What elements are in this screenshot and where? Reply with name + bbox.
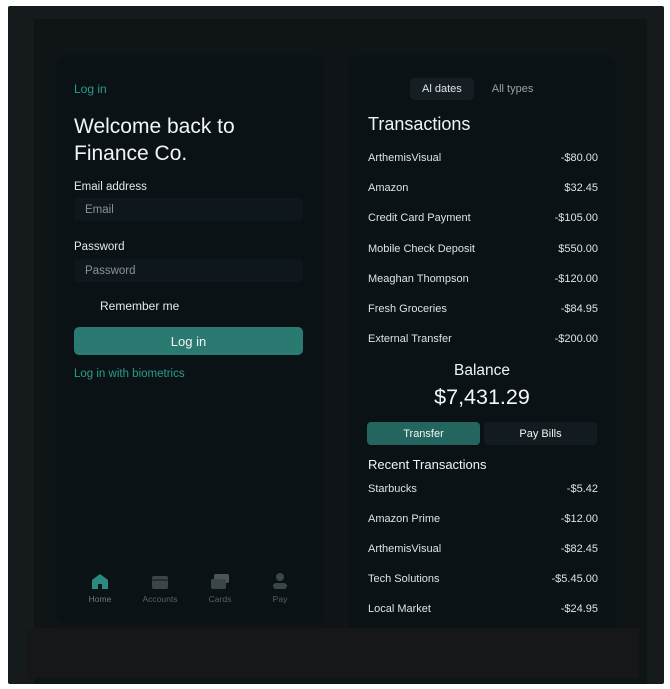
- transaction-row[interactable]: Amazon $32.45: [368, 173, 598, 203]
- transaction-name: Tech Solutions: [368, 573, 440, 585]
- recent-transaction-row[interactable]: Tech Solutions -$5.45.00: [368, 564, 598, 594]
- pay-icon: [273, 573, 287, 589]
- pay-bills-button[interactable]: Pay Bills: [484, 422, 597, 445]
- transaction-amount: -$5.45.00: [551, 573, 598, 585]
- tab-cards-label: Cards: [208, 594, 232, 604]
- transaction-amount: -$5.42: [566, 483, 598, 495]
- login-link[interactable]: Log in: [74, 82, 107, 96]
- transaction-name: Amazon Prime: [368, 513, 441, 525]
- transaction-amount: -$200.00: [554, 333, 598, 346]
- transaction-amount: -$120.00: [554, 272, 598, 285]
- transaction-name: ArthemisVisual: [368, 152, 442, 165]
- transaction-amount: -$24.95: [560, 603, 598, 615]
- transaction-name: External Transfer: [368, 333, 452, 346]
- transaction-name: ArthemisVisual: [368, 543, 442, 555]
- bottom-tab-bar: Home Accounts Cards Pay: [70, 573, 310, 615]
- transaction-row[interactable]: Fresh Groceries -$84.95: [368, 294, 598, 324]
- transaction-amount: -$80.00: [560, 152, 598, 165]
- tab-accounts[interactable]: Accounts: [130, 573, 190, 615]
- recent-transaction-row[interactable]: Local Market -$24.95: [368, 594, 598, 624]
- tab-accounts-label: Accounts: [142, 594, 178, 604]
- recent-transaction-row[interactable]: Starbucks -$5.42: [368, 474, 598, 504]
- remember-me-checkbox[interactable]: [74, 299, 88, 313]
- transaction-name: Local Market: [368, 603, 431, 615]
- transaction-row[interactable]: Meaghan Thompson -$120.00: [368, 264, 598, 294]
- transactions-panel: Al dates All types Transactions Arthemis…: [348, 55, 616, 628]
- remember-me-row[interactable]: Remember me: [74, 299, 179, 313]
- balance-actions: Transfer Pay Bills: [367, 422, 597, 445]
- transaction-name: Mobile Check Deposit: [368, 242, 475, 255]
- recent-transactions-list: Starbucks -$5.42 Amazon Prime -$12.00 Arth…: [368, 474, 598, 624]
- tab-cards[interactable]: Cards: [190, 573, 250, 615]
- transactions-title: Transactions: [368, 114, 471, 134]
- transaction-amount: -$82.45: [560, 543, 598, 555]
- email-label: Email address: [74, 181, 147, 193]
- filter-all-types[interactable]: All types: [480, 78, 546, 100]
- transaction-amount: $32.45: [564, 182, 598, 195]
- email-field[interactable]: [74, 198, 303, 221]
- tab-home[interactable]: Home: [70, 573, 130, 615]
- transaction-row[interactable]: ArthemisVisual -$80.00: [368, 143, 598, 173]
- transaction-row[interactable]: Mobile Check Deposit $550.00: [368, 234, 598, 264]
- tab-pay-label: Pay: [272, 594, 288, 604]
- accounts-icon: [152, 573, 168, 589]
- tab-home-label: Home: [88, 594, 112, 604]
- filter-row: Al dates All types: [410, 78, 545, 100]
- password-label: Password: [74, 241, 125, 253]
- transaction-name: Meaghan Thompson: [368, 272, 469, 285]
- transfer-button[interactable]: Transfer: [367, 422, 480, 445]
- login-panel: Log in Welcome back to Finance Co. Email…: [56, 55, 324, 625]
- tab-pay[interactable]: Pay: [250, 573, 310, 615]
- home-icon: [92, 573, 108, 589]
- login-button[interactable]: Log in: [74, 327, 303, 355]
- filter-all-dates[interactable]: Al dates: [410, 78, 474, 100]
- transaction-row[interactable]: External Transfer -$200.00: [368, 324, 598, 354]
- remember-me-label: Remember me: [100, 299, 180, 313]
- transaction-amount: -$84.95: [560, 303, 598, 316]
- recent-transaction-row[interactable]: Amazon Prime -$12.00: [368, 504, 598, 534]
- transactions-list: ArthemisVisual -$80.00 Amazon $32.45 Credi…: [368, 143, 598, 354]
- biometrics-login-link[interactable]: Log in with biometrics: [74, 368, 185, 380]
- password-field[interactable]: [74, 259, 303, 282]
- balance-label: Balance: [453, 362, 510, 379]
- transaction-name: Starbucks: [368, 483, 417, 495]
- transaction-name: Fresh Groceries: [368, 303, 447, 316]
- transaction-name: Amazon: [368, 182, 409, 195]
- recent-transactions-title: Recent Transactions: [368, 457, 487, 472]
- transaction-row[interactable]: Credit Card Payment -$105.00: [368, 203, 598, 233]
- welcome-title: Welcome back to Finance Co.: [74, 115, 235, 165]
- recent-transaction-row[interactable]: ArthemisVisual -$82.45: [368, 534, 598, 564]
- transaction-amount: -$12.00: [560, 513, 598, 525]
- cards-icon: [211, 573, 229, 589]
- transaction-name: Credit Card Payment: [368, 212, 471, 225]
- balance-amount: $7,431.29: [434, 385, 530, 409]
- bottom-bar: [26, 628, 639, 678]
- transaction-amount: -$105.00: [554, 212, 598, 225]
- transaction-amount: $550.00: [558, 242, 598, 255]
